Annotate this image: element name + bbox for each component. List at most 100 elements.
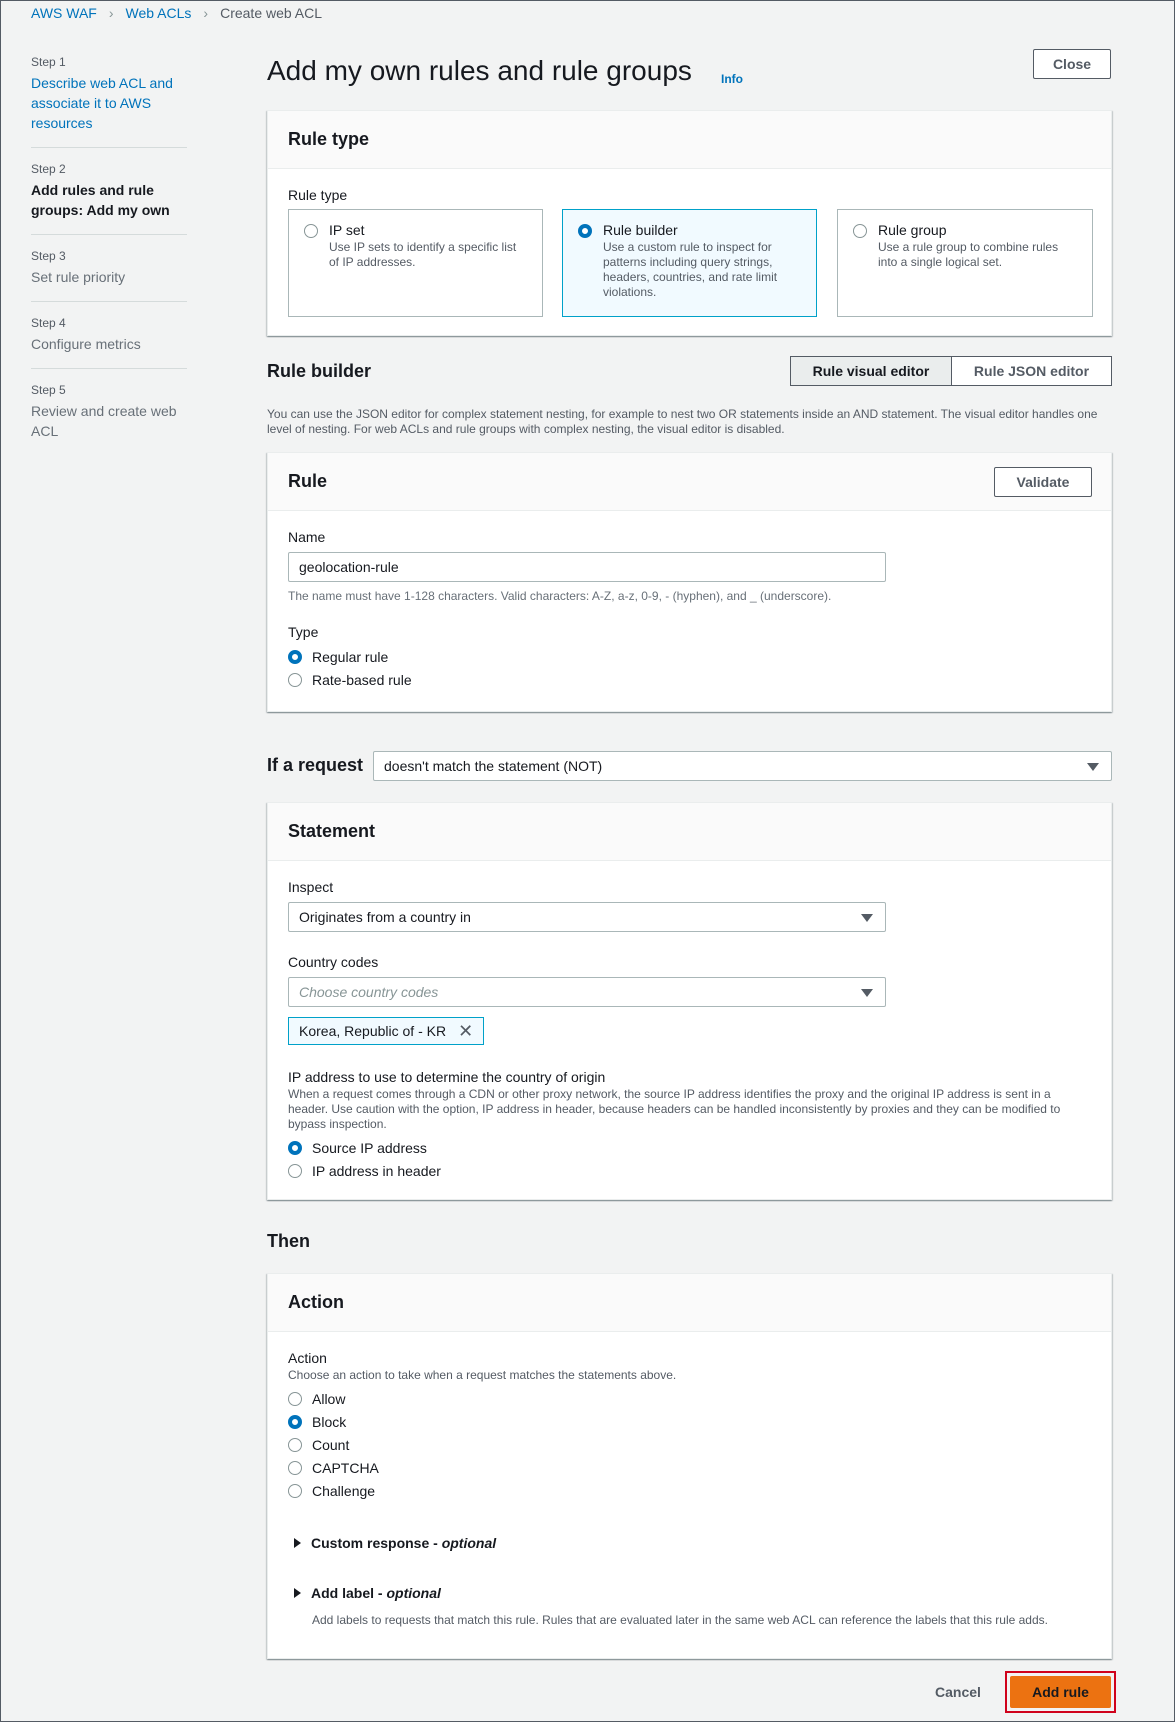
tile-desc: Use IP sets to identify a specific list … [329,240,517,269]
radio-challenge[interactable]: Challenge [288,1479,379,1502]
radio-button[interactable] [288,1163,302,1178]
name-input[interactable]: geolocation-rule [288,552,886,582]
wizard-steps: Step 1 Describe web ACL and associate it… [31,55,187,469]
tile-desc: Use a rule group to combine rules into a… [878,240,1059,269]
expander-label: Add label [311,1585,375,1601]
step-number: Step 4 [31,316,66,330]
radio-button[interactable] [288,1437,302,1452]
rule-builder-desc: You can use the JSON editor for complex … [267,407,1098,436]
step-5: Step 5 Review and create web ACL [31,383,187,455]
tile-rule-builder[interactable]: Rule builder Use a custom rule to inspec… [562,209,817,317]
chevron-right-icon: › [108,5,114,21]
expander-dash: - [429,1535,442,1551]
action-radio-group: Allow Block Count CAPTCHA Challenge [288,1387,379,1502]
step-link[interactable]: Describe web ACL and associate it to AWS… [31,73,187,133]
tile-title: Rule group [878,222,947,238]
custom-response-expander[interactable]: Custom response - optional [294,1535,496,1551]
breadcrumb-aws-waf[interactable]: AWS WAF [31,5,97,21]
inspect-select[interactable]: Originates from a country in [288,902,886,932]
country-codes-select[interactable]: Choose country codes [288,977,886,1007]
radio-label: Challenge [312,1482,376,1499]
visual-editor-tab[interactable]: Rule visual editor [790,356,952,386]
ip-origin-label: IP address to use to determine the count… [288,1069,606,1085]
step-label: Set rule priority [31,269,126,285]
radio-button-selected[interactable] [288,1140,302,1155]
radio-label: IP address in header [312,1162,441,1179]
radio-label: Count [312,1436,350,1453]
page-frame: AWS WAF › Web ACLs › Create web ACL Step… [0,0,1175,1722]
step-3: Step 3 Set rule priority [31,249,187,302]
name-hint: The name must have 1-128 characters. Val… [288,589,832,603]
tile-title: IP set [329,222,365,238]
radio-button-selected[interactable] [288,1414,302,1429]
expander-optional: optional [441,1535,497,1551]
add-label-expander[interactable]: Add label - optional [294,1585,441,1601]
tile-rule-group[interactable]: Rule group Use a rule group to combine r… [837,209,1093,317]
close-icon[interactable]: ✕ [458,1021,473,1042]
radio-button-selected[interactable] [578,224,592,238]
type-radio-group: Regular rule Rate-based rule [288,645,412,691]
ip-origin-desc: When a request comes through a CDN or ot… [288,1087,1061,1131]
chevron-right-icon: › [203,5,209,21]
radio-regular-rule[interactable]: Regular rule [288,645,412,668]
radio-button[interactable] [288,672,302,687]
radio-button-selected[interactable] [288,649,302,664]
name-label: Name [288,529,326,545]
cancel-button[interactable]: Cancel [935,1684,981,1700]
radio-button[interactable] [288,1460,302,1475]
tile-desc: Use a custom rule to inspect for pattern… [603,240,778,299]
info-link[interactable]: Info [721,72,743,86]
panel-heading: Action [268,1274,1111,1332]
expander-label: Custom response [311,1535,430,1551]
token-label: Korea, Republic of - KR [299,1023,447,1039]
panel-heading: Rule [268,453,1111,511]
radio-rate-based-rule[interactable]: Rate-based rule [288,668,412,691]
radio-count[interactable]: Count [288,1433,379,1456]
radio-allow[interactable]: Allow [288,1387,379,1410]
panel-heading: Statement [268,803,1111,861]
if-request-select[interactable]: doesn't match the statement (NOT) [373,751,1112,781]
select-placeholder: Choose country codes [299,984,439,1000]
radio-button[interactable] [288,1483,302,1498]
caret-right-icon [294,1538,301,1548]
radio-button[interactable] [304,224,318,238]
radio-captcha[interactable]: CAPTCHA [288,1456,379,1479]
breadcrumb: AWS WAF › Web ACLs › Create web ACL [31,5,322,21]
panel-heading: Rule type [268,111,1111,169]
radio-label: Allow [312,1390,346,1407]
caret-down-icon [861,914,873,922]
country-codes-label: Country codes [288,954,379,970]
radio-ip-in-header[interactable]: IP address in header [288,1159,441,1182]
close-button[interactable]: Close [1033,49,1111,79]
radio-label: CAPTCHA [312,1459,379,1476]
action-panel: Action Action Choose an action to take w… [267,1273,1112,1659]
tile-ip-set[interactable]: IP set Use IP sets to identify a specifi… [288,209,543,317]
radio-button[interactable] [288,1391,302,1406]
rule-panel: Rule Validate Name geolocation-rule The … [267,452,1112,712]
radio-source-ip[interactable]: Source IP address [288,1136,441,1159]
action-desc: Choose an action to take when a request … [288,1368,677,1382]
add-rule-button[interactable]: Add rule [1010,1676,1111,1708]
radio-block[interactable]: Block [288,1410,379,1433]
radio-button[interactable] [853,224,867,238]
tile-title: Rule builder [603,222,678,238]
radio-label: Regular rule [312,648,389,665]
step-number: Step 3 [31,249,66,263]
json-editor-tab[interactable]: Rule JSON editor [952,356,1112,386]
rule-type-label: Rule type [288,187,348,203]
rule-type-tiles: IP set Use IP sets to identify a specifi… [288,209,1094,317]
step-1: Step 1 Describe web ACL and associate it… [31,55,187,148]
if-request-label: If a request [267,755,364,775]
validate-button[interactable]: Validate [994,467,1092,497]
ip-radio-group: Source IP address IP address in header [288,1136,441,1182]
step-number: Step 1 [31,55,66,69]
caret-right-icon [294,1588,301,1598]
page-title: Add my own rules and rule groups [267,55,692,86]
step-number: Step 5 [31,383,66,397]
caret-down-icon [861,989,873,997]
breadcrumb-current: Create web ACL [220,5,323,21]
radio-label: Block [312,1413,347,1430]
step-2: Step 2 Add rules and rule groups: Add my… [31,162,187,235]
add-label-desc: Add labels to requests that match this r… [312,1613,1048,1627]
breadcrumb-web-acls[interactable]: Web ACLs [126,5,192,21]
